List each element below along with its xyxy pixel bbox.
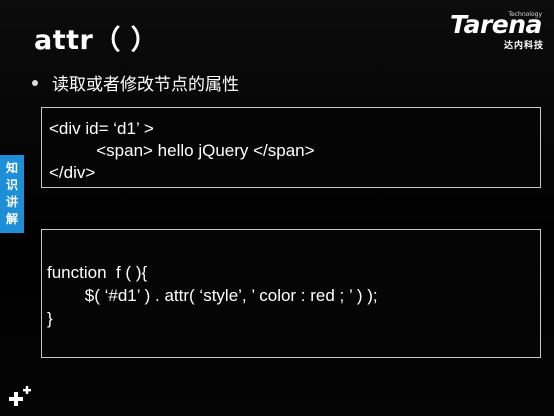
logo-chinese: 达内科技 [503, 41, 544, 51]
bullet-text: 读取或者修改节点的属性 [52, 75, 239, 95]
code-line: } [47, 309, 53, 328]
code-line: <div id= ‘d1’ > [49, 119, 154, 138]
code-line: </div> [49, 163, 96, 182]
html-code-box: <div id= ‘d1’ > <span> hello jQuery </sp… [41, 107, 541, 188]
slide-title: attr（ ） [34, 25, 159, 56]
tarena-logo: Tarena Technology 达内科技 [450, 10, 546, 52]
bullet-item: 读取或者修改节点的属性 [32, 70, 239, 95]
bullet-dot-icon [32, 79, 38, 86]
code-line: $( ‘#d1’ ) . attr( ‘style’, ’ color : re… [47, 286, 378, 305]
side-tab-char: 知 [5, 161, 18, 175]
side-tab-knowledge: 知 识 讲 解 [0, 155, 24, 233]
plus-sparkle-icon [6, 386, 32, 412]
side-tab-char: 讲 [5, 195, 18, 209]
side-tab-char: 识 [5, 178, 18, 192]
code-line: <span> hello jQuery </span> [49, 141, 315, 160]
code-line: function f ( ){ [47, 263, 148, 282]
js-code-box: function f ( ){ $( ‘#d1’ ) . attr( ‘styl… [41, 229, 541, 358]
slide: attr（ ） Tarena Technology 达内科技 读取或者修改节点的… [0, 0, 554, 416]
logo-tagline: Technology [508, 11, 542, 18]
side-tab-char: 解 [5, 212, 18, 226]
